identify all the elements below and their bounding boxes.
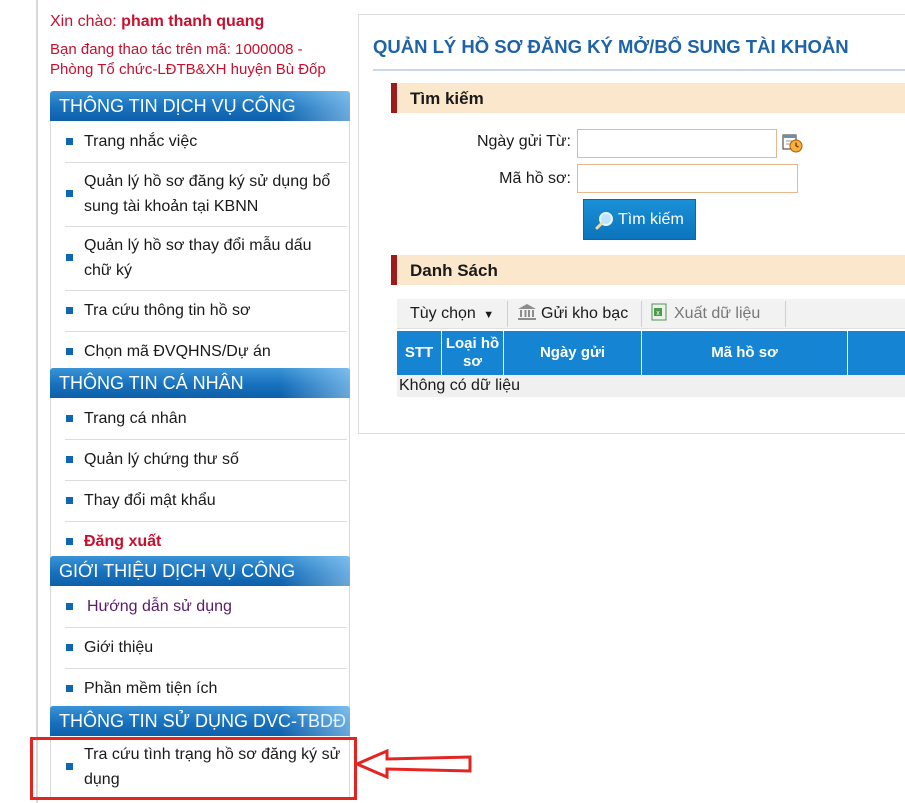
sidebar-section-title: THÔNG TIN SỬ DỤNG DVC-TBDĐ [50,706,350,736]
grid-toolbar: Tùy chọn ▼ Gửi kho bạc x Xuất dữ liệu [397,299,905,329]
sidebar-item-label: Phần mềm tiện ích [84,680,218,697]
sidebar-item-label: Chọn mã ĐVQHNS/Dự án [84,343,271,360]
toolbar-separator [507,301,508,327]
column-header-ngay-gui[interactable]: Ngày gửi [504,331,642,375]
svg-text:x: x [656,310,660,317]
page-left-border [36,0,38,803]
bullet-icon [66,643,73,651]
sidebar-section-ca-nhan: THÔNG TIN CÁ NHÂN Trang cá nhân Quản lý … [50,368,350,562]
sidebar-item-tra-cuu-ho-so[interactable]: Tra cứu thông tin hồ sơ [51,290,349,331]
options-dropdown[interactable]: Tùy chọn ▼ [410,299,494,329]
section-marker [391,255,397,285]
sidebar-list: Trang cá nhân Quản lý chứng thư số Thay … [50,398,350,562]
sidebar-item-chon-ma-dvqhns[interactable]: Chọn mã ĐVQHNS/Dự án [51,331,349,372]
sidebar-item-label: Giới thiệu [84,639,154,656]
column-header-extra[interactable] [848,331,905,375]
grid-empty-message: Không có dữ liệu [397,375,905,397]
date-from-label: Ngày gửi Từ: [476,133,571,150]
sidebar-list: Hướng dẫn sử dụng Giới thiệu Phần mềm ti… [50,586,350,709]
bullet-icon [66,306,73,314]
caret-down-icon: ▼ [483,309,495,321]
sidebar-section-gioi-thieu: GIỚI THIỆU DỊCH VỤ CÔNG Hướng dẫn sử dụn… [50,556,350,709]
column-header-ma-ho-so[interactable]: Mã hồ sơ [642,331,848,375]
bullet-icon [66,602,73,610]
arrow-left-icon [355,749,472,779]
export-data-label: Xuất dữ liệu [674,305,761,322]
sidebar-item-trang-ca-nhan[interactable]: Trang cá nhân [51,398,349,439]
sidebar-item-phan-mem-tien-ich[interactable]: Phần mềm tiện ích [51,668,349,709]
bullet-icon [66,496,73,504]
sidebar-item-label: Quản lý hồ sơ thay đổi mẫu dấu chữ ký [84,237,312,279]
bullet-icon [66,347,73,355]
options-label: Tùy chọn [410,305,476,322]
sidebar-item-chung-thu-so[interactable]: Quản lý chứng thư số [51,439,349,480]
sidebar-item-label: Đăng xuất [84,533,162,550]
operation-info: Bạn đang thao tác trên mã: 1000008 - Phò… [50,41,326,78]
code-label: Mã hồ sơ: [499,170,571,187]
sidebar-item-label: Hướng dẫn sử dụng [87,598,232,615]
greeting: Xin chào: pham thanh quang [50,13,264,31]
sidebar-item-label: Trang cá nhân [84,410,187,427]
toolbar-separator [785,301,786,327]
sidebar-section-title: THÔNG TIN CÁ NHÂN [50,368,350,398]
sidebar-item-label: Trang nhắc việc [84,133,198,150]
highlight-box [30,737,357,800]
sidebar-item-gioi-thieu[interactable]: Giới thiệu [51,627,349,668]
list-section-title: Danh Sách [410,261,498,280]
column-header-loai-ho-so[interactable]: Loại hồ sơ [442,331,504,375]
section-marker [391,83,397,113]
search-icon [595,212,613,230]
sidebar-section-dich-vu-cong: THÔNG TIN DỊCH VỤ CÔNG Trang nhắc việc Q… [50,91,350,372]
sidebar-item-label: Quản lý hồ sơ đăng ký sử dụng bổ sung tà… [84,173,331,215]
sidebar-item-quan-ly-mau-dau[interactable]: Quản lý hồ sơ thay đổi mẫu dấu chữ ký [51,226,349,290]
bullet-icon [66,684,73,692]
search-section-header: Tìm kiếm [391,83,905,113]
code-input[interactable] [577,164,798,193]
sidebar-item-doi-mat-khau[interactable]: Thay đổi mật khẩu [51,480,349,521]
grid-header: STT Loại hồ sơ Ngày gửi Mã hồ sơ [397,331,905,375]
sidebar-item-label: Quản lý chứng thư số [84,451,239,468]
main-panel: QUẢN LÝ HỒ SƠ ĐĂNG KÝ MỞ/BỔ SUNG TÀI KHO… [358,14,905,434]
greeting-prefix: Xin chào: [50,13,117,30]
column-header-stt[interactable]: STT [397,331,442,375]
sidebar-list: Trang nhắc việc Quản lý hồ sơ đăng ký sử… [50,121,350,372]
bullet-icon [66,455,73,463]
search-button-label: Tìm kiếm [618,211,684,228]
sidebar-item-trang-nhac-viec[interactable]: Trang nhắc việc [51,121,349,162]
sidebar-item-label: Thay đổi mật khẩu [84,492,216,509]
bullet-icon [66,137,73,145]
send-treasury-label: Gửi kho bạc [541,305,629,322]
sidebar-section-title: GIỚI THIỆU DỊCH VỤ CÔNG [50,556,350,586]
list-section-header: Danh Sách [391,255,905,285]
sidebar-section-title: THÔNG TIN DỊCH VỤ CÔNG [50,91,350,121]
search-button[interactable]: Tìm kiếm [583,199,696,240]
bullet-icon [66,190,73,197]
sidebar-item-huong-dan[interactable]: Hướng dẫn sử dụng [51,586,349,627]
username: pham thanh quang [121,13,265,30]
bullet-icon [66,537,73,545]
sidebar-item-label: Tra cứu thông tin hồ sơ [84,302,251,319]
send-treasury-button[interactable]: Gửi kho bạc [517,299,628,329]
toolbar-separator [641,301,642,327]
title-divider [373,69,905,71]
bullet-icon [66,414,73,422]
search-section-title: Tìm kiếm [410,89,484,108]
date-from-input[interactable] [577,129,777,158]
calendar-clock-icon[interactable] [782,132,804,154]
bullet-icon [66,254,73,261]
bank-icon [518,304,536,320]
excel-icon: x [651,303,667,321]
sidebar-item-quan-ly-dang-ky[interactable]: Quản lý hồ sơ đăng ký sử dụng bổ sung tà… [51,162,349,226]
page-title: QUẢN LÝ HỒ SƠ ĐĂNG KÝ MỞ/BỔ SUNG TÀI KHO… [373,36,849,57]
export-data-button[interactable]: x Xuất dữ liệu [650,299,760,329]
